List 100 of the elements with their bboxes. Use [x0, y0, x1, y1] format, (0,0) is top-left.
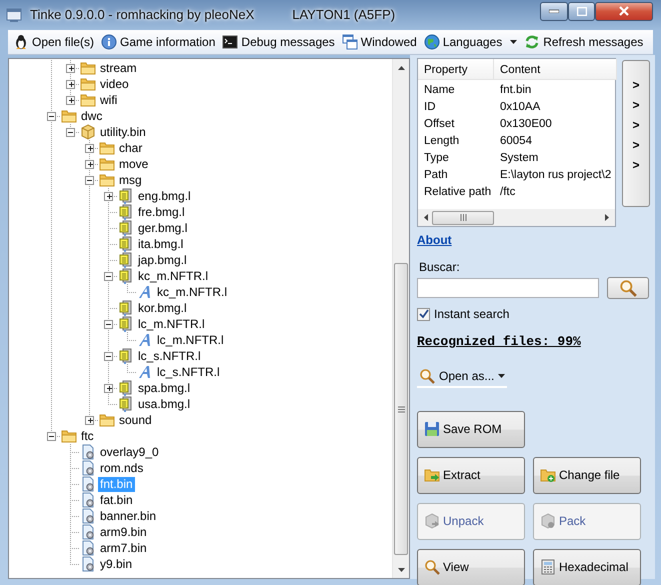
expand-panel-button[interactable]: > > > > > [622, 60, 650, 207]
tree-item[interactable]: banner.bin [98, 508, 158, 524]
arrow-label: > [631, 97, 640, 114]
document-icon [118, 236, 134, 252]
expand-button[interactable] [85, 160, 94, 168]
tree-item[interactable]: ger.bmg.l [136, 220, 190, 236]
tree-item[interactable]: sound [117, 412, 154, 428]
column-header[interactable]: Content [494, 59, 618, 80]
toolbar-button[interactable]: Languages [422, 32, 520, 52]
expand-button[interactable] [66, 96, 75, 104]
search-field[interactable] [417, 278, 599, 298]
calculator-icon [540, 559, 556, 575]
minimize-icon [549, 9, 559, 13]
scrollbar-thumb[interactable] [394, 263, 408, 555]
recognized-files-text: Recognized files: 99% [417, 333, 581, 351]
file-gear-icon [80, 508, 96, 524]
column-header[interactable]: Property [418, 59, 494, 80]
collapse-button[interactable] [85, 176, 94, 184]
table-cell-text: E:\layton rus project\2 [499, 168, 612, 183]
tree-item[interactable]: ftc [79, 428, 96, 444]
search-button[interactable] [607, 277, 649, 299]
tree-item[interactable]: stream [98, 60, 139, 76]
toolbar-button[interactable]: Open file(s) [11, 32, 96, 52]
vertical-scrollbar[interactable] [392, 59, 409, 578]
tree-item[interactable]: rom.nds [98, 460, 146, 476]
tree-item[interactable]: lc_s.NFTR.l [136, 348, 203, 364]
tree-item[interactable]: kc_m.NFTR.l [155, 284, 229, 300]
tree-item[interactable]: usa.bmg.l [136, 396, 192, 412]
about-link[interactable]: About [417, 231, 452, 249]
folder-arrow-icon [424, 467, 440, 483]
arrow-label: > [631, 77, 640, 94]
tree-item[interactable]: kc_m.NFTR.l [136, 268, 210, 284]
file-gear-icon [80, 492, 96, 508]
file-gear-icon [80, 476, 96, 492]
collapse-button[interactable] [47, 432, 56, 440]
toolbar-button[interactable]: Refresh messages [522, 32, 646, 52]
app-icon [6, 7, 22, 23]
expand-button[interactable] [85, 416, 94, 424]
tree-item[interactable]: utility.bin [98, 124, 148, 140]
arrow-label: > [631, 137, 640, 154]
tree-item[interactable]: fat.bin [98, 492, 135, 508]
tree-item[interactable]: y9.bin [98, 556, 134, 572]
expand-button[interactable] [104, 192, 113, 200]
folder-plus-icon [540, 467, 556, 483]
action-button[interactable]: Save ROM [417, 410, 525, 448]
toolbar-button[interactable]: Game information [99, 32, 218, 52]
action-button[interactable]: Extract [417, 456, 525, 494]
action-button[interactable]: Change file [533, 456, 641, 494]
document-icon [118, 396, 134, 412]
collapse-button[interactable] [66, 128, 75, 136]
tree-item[interactable]: lc_m.NFTR.l [155, 332, 226, 348]
windows-icon [342, 34, 358, 50]
tree-item[interactable]: kor.bmg.l [136, 300, 189, 316]
tree-item[interactable]: jap.bmg.l [136, 252, 189, 268]
checkbox-label[interactable]: Instant search [434, 305, 510, 323]
tree-item[interactable]: fre.bmg.l [136, 204, 187, 220]
document-icon [118, 348, 134, 364]
expand-button[interactable] [66, 64, 75, 72]
tree-item[interactable]: spa.bmg.l [136, 380, 192, 396]
action-button[interactable]: Hexadecimal [533, 548, 641, 585]
table-cell-text: 0x10AA [499, 100, 542, 115]
terminal-icon [222, 34, 238, 50]
tree-item[interactable]: lc_s.NFTR.l [155, 364, 222, 380]
tree-item[interactable]: char [117, 140, 144, 156]
cube-icon [540, 513, 556, 529]
minimize-button[interactable] [540, 2, 568, 20]
tree-item[interactable]: eng.bmg.l [136, 188, 193, 204]
tree-item[interactable]: arm9.bin [98, 524, 149, 540]
horizontal-scrollbar[interactable] [418, 209, 615, 226]
tree-item[interactable]: arm7.bin [98, 540, 149, 556]
folder-icon [80, 76, 96, 92]
expand-button[interactable] [104, 384, 113, 392]
search-label: Buscar: [419, 259, 461, 276]
tree-item[interactable]: ita.bmg.l [136, 236, 186, 252]
collapse-button[interactable] [47, 112, 56, 120]
table-cell-text: Length [423, 134, 460, 149]
package-icon [80, 124, 96, 140]
tree-item[interactable]: wifi [98, 92, 120, 108]
tree-item[interactable]: video [98, 76, 131, 92]
action-button[interactable]: View [417, 548, 525, 585]
document-icon [118, 268, 134, 284]
tree-item[interactable]: overlay9_0 [98, 444, 161, 460]
expand-button[interactable] [66, 80, 75, 88]
table-cell-text: Type [423, 151, 450, 166]
collapse-button[interactable] [104, 352, 113, 360]
toolbar-button[interactable]: Debug messages [220, 32, 337, 52]
checkbox[interactable] [417, 308, 430, 320]
close-button[interactable] [595, 2, 653, 20]
expand-button[interactable] [85, 144, 94, 152]
tree-item[interactable]: lc_m.NFTR.l [136, 316, 207, 332]
scrollbar-thumb[interactable] [432, 210, 494, 224]
collapse-button[interactable] [104, 272, 113, 280]
maximize-button[interactable] [568, 2, 595, 20]
tree-item[interactable]: msg [117, 172, 144, 188]
collapse-button[interactable] [104, 320, 113, 328]
tree-item[interactable]: move [117, 156, 150, 172]
toolbar-button[interactable]: Windowed [340, 32, 419, 52]
tree-item[interactable]: dwc [79, 108, 104, 124]
open-as-button[interactable]: Open as... [417, 366, 508, 388]
folder-icon [61, 428, 77, 444]
